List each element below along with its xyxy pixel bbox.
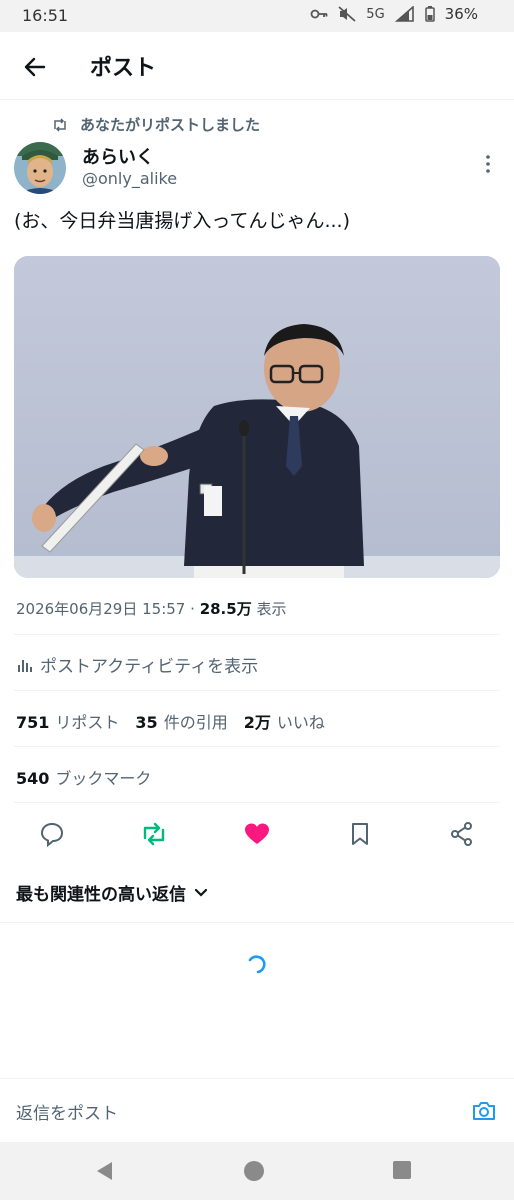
post-activity-label: ポストアクティビティを表示 xyxy=(40,657,259,677)
divider xyxy=(0,922,514,923)
reply-input[interactable]: 返信をポスト xyxy=(16,1099,118,1124)
engagement-stats: 751 リポスト 35 件の引用 2万 いいね xyxy=(16,709,325,733)
press-conference-photo xyxy=(14,256,500,578)
divider xyxy=(14,802,500,803)
analytics-icon xyxy=(18,659,32,672)
repost-small-icon xyxy=(54,117,66,132)
views-label: 表示 xyxy=(256,600,287,618)
status-time: 16:51 xyxy=(22,6,69,25)
author-display-name[interactable]: あらいく xyxy=(82,143,154,169)
views-count: 28.5万 xyxy=(199,600,252,618)
page-title: ポスト xyxy=(90,56,157,81)
avatar-image xyxy=(14,142,66,194)
share-icon[interactable] xyxy=(448,820,476,848)
system-navigation-bar xyxy=(0,1142,514,1200)
post-activity-link[interactable]: ポストアクティビティを表示 xyxy=(16,652,258,677)
top-app-bar: ポスト xyxy=(0,32,514,100)
signal-icon xyxy=(394,6,414,22)
bookmarks-stat[interactable]: 540 ブックマーク xyxy=(16,765,151,789)
replies-sort-label: 最も関連性の高い返信 xyxy=(16,885,186,905)
nav-recents-icon[interactable] xyxy=(392,1160,412,1180)
bookmarks-label: ブックマーク xyxy=(55,769,152,788)
quotes-label: 件の引用 xyxy=(163,713,228,732)
quotes-count: 35 xyxy=(135,713,158,732)
battery-percent: 36% xyxy=(444,5,478,23)
loading-spinner-icon xyxy=(248,955,266,974)
replies-sort-dropdown[interactable]: 最も関連性の高い返信 xyxy=(16,880,208,905)
status-bar: 16:51 5G 36% xyxy=(0,0,514,32)
reposts-stat[interactable]: 751 リポスト xyxy=(16,709,119,733)
post-timestamp: 2026年06月29日 15:57 xyxy=(16,600,186,618)
divider xyxy=(14,634,500,635)
meta-separator: · xyxy=(190,600,195,618)
key-icon xyxy=(310,9,328,19)
heart-icon[interactable] xyxy=(243,820,271,848)
more-options-icon[interactable] xyxy=(480,152,496,176)
avatar[interactable] xyxy=(14,142,66,194)
post-image[interactable] xyxy=(14,256,500,578)
network-type: 5G xyxy=(366,6,385,22)
chevron-down-icon xyxy=(194,888,208,897)
back-arrow-icon[interactable] xyxy=(20,52,50,82)
reposts-label: リポスト xyxy=(55,713,120,732)
comment-icon[interactable] xyxy=(38,820,66,848)
nav-back-icon[interactable] xyxy=(94,1160,114,1182)
author-handle[interactable]: @only_alike xyxy=(82,169,177,188)
bookmarks-count: 540 xyxy=(16,769,50,788)
likes-label: いいね xyxy=(276,713,325,732)
likes-count: 2万 xyxy=(243,713,271,732)
reposts-count: 751 xyxy=(16,713,50,732)
divider xyxy=(14,690,500,691)
reply-composer: 返信をポスト xyxy=(0,1078,514,1142)
repost-notice-label: あなたがリポストしました xyxy=(80,116,261,134)
battery-icon xyxy=(424,6,435,22)
mute-icon xyxy=(338,6,356,22)
likes-stat[interactable]: 2万 いいね xyxy=(244,709,325,733)
camera-icon[interactable] xyxy=(470,1097,498,1125)
post-text: (お、今日弁当唐揚げ入ってんじゃん...) xyxy=(14,210,350,232)
nav-home-icon[interactable] xyxy=(243,1160,265,1182)
quotes-stat[interactable]: 35 件の引用 xyxy=(135,709,227,733)
divider xyxy=(14,746,500,747)
repost-notice[interactable]: あなたがリポストしました xyxy=(52,114,260,135)
repost-icon[interactable] xyxy=(140,820,168,848)
post-meta: 2026年06月29日 15:57 · 28.5万 表示 xyxy=(16,598,287,619)
bookmark-icon[interactable] xyxy=(346,820,374,848)
